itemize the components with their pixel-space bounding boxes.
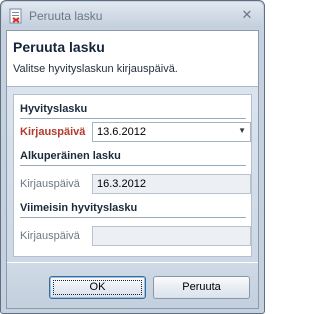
form-panel: Hyvityslasku Kirjauspäivä 13.6.2012 ▼ Al… <box>13 94 252 257</box>
alkuperainen-kirjauspaiva-label: Kirjauspäivä <box>20 178 80 190</box>
ok-button[interactable]: OK <box>49 276 146 299</box>
dialog-client: Peruuta lasku Valitse hyvityslaskun kirj… <box>6 30 259 309</box>
dialog-footer: OK Peruuta <box>7 263 258 308</box>
cancel-button-label: Peruuta <box>182 281 221 293</box>
close-button[interactable]: ✕ <box>236 5 258 24</box>
section-divider <box>20 217 246 218</box>
dialog-header: Peruuta lasku Valitse hyvityslaskun kirj… <box>7 31 258 86</box>
alkuperainen-kirjauspaiva-value: 16.3.2012 <box>97 178 146 190</box>
section-divider <box>20 118 246 119</box>
dialog-window: Peruuta lasku ✕ Peruuta lasku Valitse hy… <box>0 0 265 314</box>
kirjauspaiva-date-picker[interactable]: 13.6.2012 ▼ <box>92 122 251 142</box>
viimeisin-kirjauspaiva-field <box>92 226 251 246</box>
kirjauspaiva-value: 13.6.2012 <box>97 126 146 138</box>
dialog-subtitle: Valitse hyvityslaskun kirjauspäivä. <box>13 63 178 75</box>
kirjauspaiva-label: Kirjauspäivä <box>20 126 86 138</box>
section-divider <box>20 165 246 166</box>
cancel-button[interactable]: Peruuta <box>153 276 250 299</box>
invoice-icon <box>8 8 24 24</box>
chevron-down-icon[interactable]: ▼ <box>238 126 246 135</box>
dialog-title: Peruuta lasku <box>13 39 105 55</box>
section-hyvityslasku: Hyvityslasku <box>20 103 88 115</box>
alkuperainen-kirjauspaiva-field: 16.3.2012 <box>92 174 251 194</box>
title-bar[interactable]: Peruuta lasku ✕ <box>2 2 263 28</box>
focus-rect <box>53 280 142 295</box>
close-icon: ✕ <box>241 7 253 22</box>
dialog-body: Hyvityslasku Kirjauspäivä 13.6.2012 ▼ Al… <box>7 86 258 262</box>
window-title: Peruuta lasku <box>29 9 103 23</box>
section-alkuperainen: Alkuperäinen lasku <box>20 150 121 162</box>
section-viimeisin: Viimeisin hyvityslasku <box>20 202 138 214</box>
viimeisin-kirjauspaiva-label: Kirjauspäivä <box>20 230 80 242</box>
